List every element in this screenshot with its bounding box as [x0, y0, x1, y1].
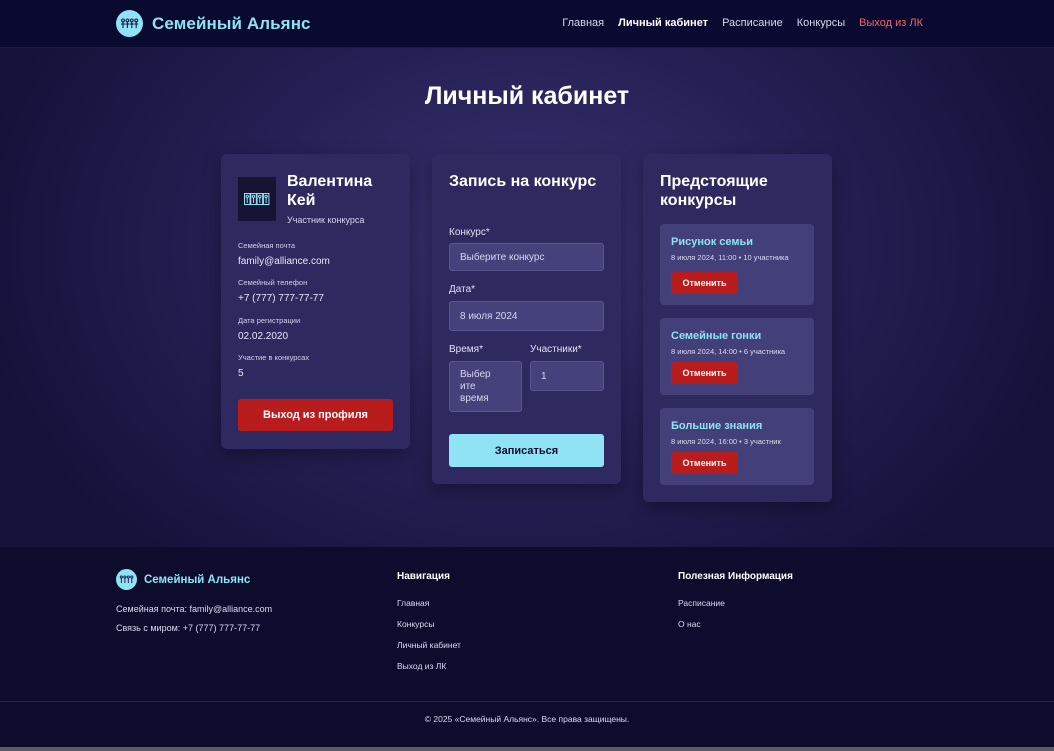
- event-meta: 8 июля 2024, 14:00 • 6 участника: [671, 347, 786, 356]
- signup-heading: Запись на конкурс: [449, 173, 597, 190]
- main-content: Личный кабинет Валентина Кей Участник ко…: [0, 48, 1054, 547]
- footer-link-logout[interactable]: Выход из ЛК: [397, 661, 446, 671]
- list-item: Рисунок семьи 8 июля 2024, 11:00 • 10 уч…: [660, 224, 814, 305]
- footer-nav-title: Навигация: [397, 571, 450, 582]
- brand-logo[interactable]: Семейный Альянс: [116, 10, 311, 37]
- logout-profile-button[interactable]: Выход из профиля: [238, 399, 393, 431]
- list-item: Семейные гонки 8 июля 2024, 14:00 • 6 уч…: [660, 318, 814, 395]
- cancel-button[interactable]: Отменить: [671, 452, 738, 474]
- cancel-button[interactable]: Отменить: [671, 272, 738, 294]
- footer-link-account[interactable]: Личный кабинет: [397, 640, 461, 650]
- footer-link-contests[interactable]: Конкурсы: [397, 619, 434, 629]
- participants-field[interactable]: 1: [530, 361, 604, 391]
- avatar: [238, 177, 276, 221]
- event-meta: 8 июля 2024, 16:00 • 3 участник: [671, 437, 781, 446]
- footer-divider: [0, 701, 1054, 702]
- footer-link-schedule[interactable]: Расписание: [678, 598, 725, 608]
- list-item: Большие знания 8 июля 2024, 16:00 • 3 уч…: [660, 408, 814, 485]
- site-header: Семейный Альянс Главная Личный кабинет Р…: [0, 0, 1054, 48]
- contests-count-label: Участие в конкурсах: [238, 353, 310, 362]
- family-group-icon: [244, 193, 270, 205]
- event-title: Семейные гонки: [671, 330, 762, 342]
- cancel-button[interactable]: Отменить: [671, 362, 738, 384]
- submit-signup-button[interactable]: Записаться: [449, 434, 604, 467]
- footer-phone: Связь с миром: +7 (777) 777-77-77: [116, 623, 261, 633]
- email-label: Семейная почта: [238, 241, 296, 250]
- footer-brand-name: Семейный Альянс: [144, 573, 251, 586]
- time-select[interactable]: Выбер ите время: [449, 361, 522, 412]
- phone-label: Семейный телефон: [238, 278, 308, 287]
- window-bottom-edge: [0, 747, 1054, 751]
- nav-link-schedule[interactable]: Расписание: [722, 17, 783, 29]
- registration-date-label: Дата регистрации: [238, 316, 301, 325]
- upcoming-contests-card: Предстоящие конкурсы Рисунок семьи 8 июл…: [643, 154, 832, 502]
- family-group-icon: [116, 10, 143, 37]
- profile-name: Валентина Кей: [287, 173, 373, 209]
- event-title: Рисунок семьи: [671, 236, 754, 248]
- contest-label: Конкурс*: [449, 227, 490, 238]
- phone-value: +7 (777) 777-77-77: [238, 293, 324, 304]
- participants-label: Участники*: [530, 344, 582, 355]
- family-group-icon: [116, 569, 137, 590]
- site-footer: Семейный Альянс Семейная почта: family@a…: [0, 547, 1054, 751]
- contest-signup-card: Запись на конкурс Конкурс* Выберите конк…: [432, 154, 621, 484]
- footer-email: Семейная почта: family@alliance.com: [116, 604, 273, 614]
- event-meta: 8 июля 2024, 11:00 • 10 участника: [671, 253, 789, 262]
- contests-count-value: 5: [238, 368, 244, 379]
- email-value: family@alliance.com: [238, 256, 330, 267]
- footer-info-title: Полезная Информация: [678, 571, 793, 582]
- nav-link-home[interactable]: Главная: [562, 17, 604, 29]
- nav-link-account[interactable]: Личный кабинет: [618, 17, 708, 29]
- copyright: © 2025 «Семейный Альянс». Все права защи…: [424, 714, 630, 724]
- profile-card: Валентина Кей Участник конкурса Семейная…: [221, 154, 410, 449]
- nav-link-contests[interactable]: Конкурсы: [797, 17, 845, 29]
- page-title: Личный кабинет: [424, 82, 630, 110]
- date-label: Дата*: [449, 284, 476, 295]
- main-nav: Главная Личный кабинет Расписание Конкур…: [562, 17, 923, 29]
- upcoming-heading: Предстоящие конкурсы: [660, 173, 768, 209]
- date-field[interactable]: 8 июля 2024: [449, 301, 604, 331]
- nav-link-logout[interactable]: Выход из ЛК: [859, 17, 923, 29]
- registration-date-value: 02.02.2020: [238, 331, 289, 342]
- brand-name: Семейный Альянс: [152, 13, 311, 33]
- footer-brand-logo[interactable]: Семейный Альянс: [116, 569, 250, 590]
- contest-select[interactable]: Выберите конкурс: [449, 243, 604, 271]
- time-label: Время*: [449, 344, 483, 355]
- event-title: Большие знания: [671, 420, 763, 432]
- footer-link-home[interactable]: Главная: [397, 598, 429, 608]
- footer-link-about[interactable]: О нас: [678, 619, 701, 629]
- profile-role: Участник конкурса: [287, 215, 365, 225]
